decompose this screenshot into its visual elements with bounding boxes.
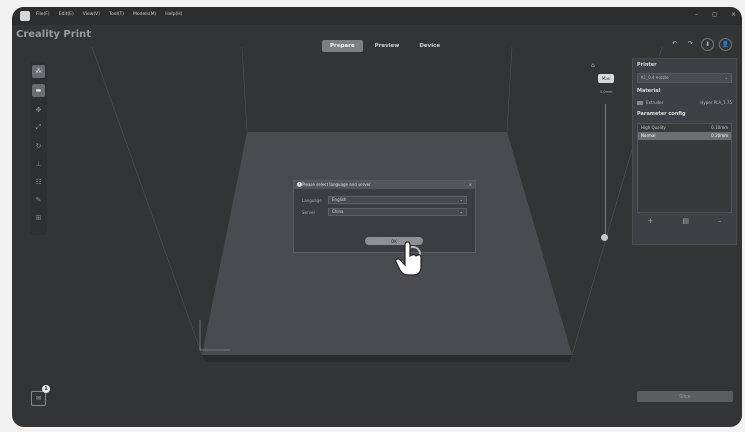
right-settings-panel: Printer K1_0.4 nozzle ⌄ Material Extrude… — [632, 58, 737, 245]
chevron-down-icon: ⌄ — [459, 209, 463, 214]
scale-icon[interactable]: ⤢ — [32, 121, 45, 134]
menu-file[interactable]: File(F) — [36, 12, 50, 17]
profile-name: High Quality — [641, 125, 666, 130]
layer-top-handle[interactable]: Max — [598, 74, 614, 83]
manage-profile-icon[interactable]: ▤ — [682, 217, 689, 225]
brand-title: Creality Print — [16, 29, 92, 40]
remove-profile-icon[interactable]: – — [718, 217, 722, 225]
material-row[interactable]: Extruder Hyper PLA_1.75 — [637, 100, 732, 105]
left-toolbar: ⁂ ▬ ✥ ⤢ ↻ ⊥ ☷ ✎ ⊞ — [30, 62, 47, 235]
notification-badge: 1 — [42, 385, 50, 393]
profile-actions: + ▤ – — [633, 217, 736, 225]
paint-icon[interactable]: ✎ — [32, 193, 45, 206]
close-button[interactable]: × — [731, 11, 736, 18]
language-row: Language English ⌄ — [302, 196, 467, 204]
support-icon[interactable]: ⊥ — [32, 157, 45, 170]
move-icon[interactable]: ✥ — [32, 103, 45, 116]
split-icon[interactable]: ⊞ — [32, 211, 45, 224]
menu-help[interactable]: Help(H) — [165, 12, 182, 17]
server-select[interactable]: China ⌄ — [328, 208, 467, 216]
menu-edit[interactable]: Edit(E) — [59, 12, 74, 17]
parameter-section-title: Parameter config — [637, 111, 686, 117]
message-icon[interactable]: ✉ — [31, 391, 46, 406]
title-bar: File(F) Edit(E) View(V) Tool(T) Models(M… — [12, 7, 742, 25]
app-header: Creality Print Prepare Preview Device ↶ … — [12, 25, 742, 52]
menu-bar: File(F) Edit(E) View(V) Tool(T) Models(M… — [36, 12, 182, 17]
profile-name: Normal — [641, 133, 656, 138]
layout-icon[interactable]: ☷ — [32, 175, 45, 188]
menu-tool[interactable]: Tool(T) — [109, 12, 124, 17]
app-logo-icon — [20, 11, 30, 21]
profile-value: 0.20mm — [711, 133, 728, 138]
add-object-icon[interactable]: ⁂ — [32, 65, 45, 78]
language-server-dialog: i Please select language and server × La… — [293, 180, 476, 253]
open-folder-icon[interactable]: ▬ — [32, 84, 45, 97]
parameter-profile-list: High Quality 0.10mm Normal 0.20mm — [637, 123, 732, 213]
layer-slider-knob[interactable] — [601, 234, 608, 241]
maximize-button[interactable]: ◻ — [712, 11, 717, 18]
chevron-down-icon: ⌄ — [724, 75, 728, 80]
rotate-icon[interactable]: ↻ — [32, 139, 45, 152]
minimize-button[interactable]: – — [695, 11, 698, 18]
filament-color-swatch — [637, 100, 643, 105]
material-value: Hyper PLA_1.75 — [700, 100, 732, 105]
chevron-down-icon: ⌄ — [459, 197, 463, 202]
language-label: Language — [302, 197, 322, 203]
printer-select[interactable]: K1_0.4 nozzle ⌄ — [637, 73, 732, 83]
layer-slider-track[interactable] — [605, 104, 606, 239]
window-controls: – ◻ × — [695, 11, 736, 18]
profile-row-normal[interactable]: Normal 0.20mm — [638, 132, 731, 140]
printer-select-value: K1_0.4 nozzle — [641, 75, 669, 80]
language-select[interactable]: English ⌄ — [328, 196, 467, 204]
material-slot-label: Extruder — [646, 100, 664, 105]
dialog-title-bar: i Please select language and server × — [294, 181, 475, 189]
layer-top-value: 0.0mm — [600, 90, 613, 94]
server-row: Server China ⌄ — [302, 208, 467, 216]
material-section-title: Material — [637, 88, 661, 94]
server-select-value: China — [332, 209, 344, 214]
add-profile-icon[interactable]: + — [648, 217, 654, 225]
language-select-value: English — [332, 197, 347, 202]
server-label: Server — [302, 209, 316, 215]
profile-value: 0.10mm — [711, 125, 728, 130]
home-view-icon[interactable]: ⌂ — [591, 62, 595, 69]
menu-models[interactable]: Models(M) — [133, 12, 156, 17]
info-icon: i — [297, 182, 302, 187]
profile-row-high-quality[interactable]: High Quality 0.10mm — [638, 124, 731, 132]
dialog-close-button[interactable]: × — [469, 181, 472, 189]
menu-view[interactable]: View(V) — [83, 12, 100, 17]
slice-button[interactable]: Slice — [637, 391, 733, 402]
printer-section-title: Printer — [637, 62, 657, 68]
app-window: File(F) Edit(E) View(V) Tool(T) Models(M… — [12, 7, 742, 427]
hand-pointer-icon — [395, 241, 422, 276]
dialog-title: Please select language and server — [302, 182, 371, 187]
